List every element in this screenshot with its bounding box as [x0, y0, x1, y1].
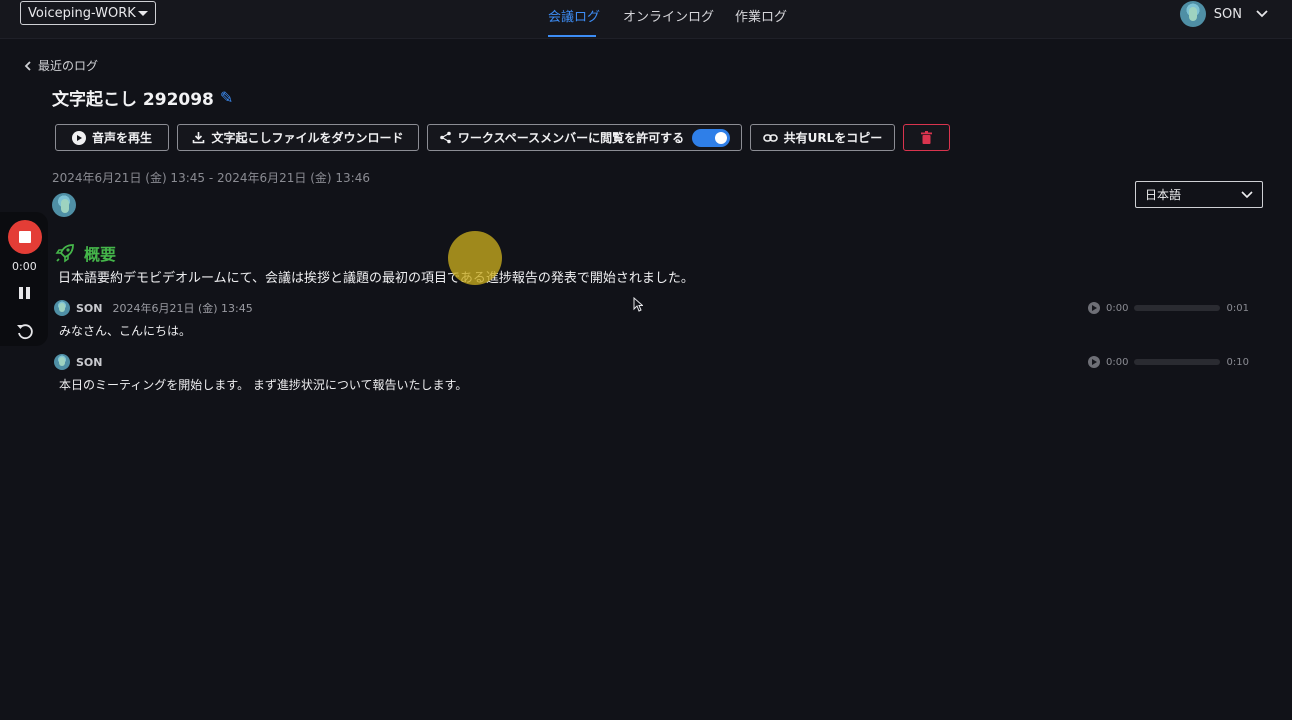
restart-icon[interactable]	[16, 322, 34, 340]
share-toggle[interactable]	[692, 128, 731, 147]
rocket-icon	[55, 244, 74, 263]
tab-meeting-log[interactable]: 会議ログ	[548, 6, 600, 25]
share-members-label: ワークスペースメンバーに閲覧を許可する	[457, 131, 685, 145]
trash-icon	[921, 131, 932, 144]
speaker-name: SON	[76, 355, 103, 369]
play-audio-label: 音声を再生	[91, 131, 152, 145]
pause-icon[interactable]	[19, 287, 30, 299]
avatar	[54, 354, 70, 370]
play-icon[interactable]	[1088, 356, 1100, 368]
recording-time: 0:00	[12, 260, 37, 273]
share-with-members-button[interactable]: ワークスペースメンバーに閲覧を許可する	[427, 124, 742, 151]
caret-down-icon	[138, 11, 148, 16]
utterance-meta: SON 2024年6月21日 (金) 13:45	[54, 300, 253, 316]
utterance-meta: SON	[54, 354, 102, 370]
chevron-left-icon	[24, 60, 31, 71]
utterance-text: 本日のミーティングを開始します。 まず進捗状況について報告いたします。	[59, 378, 468, 392]
play-circle-icon	[71, 130, 86, 145]
tab-online-log[interactable]: オンラインログ	[623, 6, 714, 25]
mouse-pointer-icon	[633, 297, 643, 312]
workspace-select[interactable]: Voiceping-WORK	[20, 1, 156, 25]
chevron-down-icon	[1256, 10, 1268, 18]
share-icon	[440, 131, 451, 144]
download-label: 文字起こしファイルをダウンロード	[211, 131, 404, 145]
audio-player: 0:00 0:10	[1088, 356, 1249, 368]
user-name: SON	[1213, 6, 1242, 22]
player-start-time: 0:00	[1106, 302, 1129, 314]
delete-button[interactable]	[903, 124, 950, 151]
avatar	[1179, 1, 1206, 27]
copy-url-label: 共有URLをコピー	[783, 131, 883, 145]
workspace-name: Voiceping-WORK	[28, 5, 136, 21]
participant-avatar	[52, 193, 76, 217]
page-title: 文字起こし 292098 ✎	[52, 85, 233, 110]
avatar	[52, 193, 76, 217]
audio-progress-track[interactable]	[1134, 359, 1221, 365]
title-text: 文字起こし 292098	[52, 90, 214, 110]
summary-title: 概要	[84, 245, 117, 264]
download-transcript-button[interactable]: 文字起こしファイルをダウンロード	[177, 124, 419, 151]
edit-icon[interactable]: ✎	[220, 88, 233, 107]
language-select[interactable]: 日本語	[1135, 181, 1263, 208]
summary-heading: 概要	[55, 241, 116, 265]
date-range: 2024年6月21日 (金) 13:45 - 2024年6月21日 (金) 13…	[52, 171, 370, 185]
language-value: 日本語	[1145, 188, 1182, 202]
avatar	[54, 300, 70, 316]
utterance-timestamp: 2024年6月21日 (金) 13:45	[112, 302, 253, 315]
play-audio-button[interactable]: 音声を再生	[55, 124, 169, 151]
download-icon	[193, 132, 205, 144]
copy-share-url-button[interactable]: 共有URLをコピー	[750, 124, 895, 151]
player-end-time: 0:10	[1226, 356, 1249, 368]
active-tab-indicator	[548, 35, 596, 37]
stop-recording-button[interactable]	[8, 220, 42, 254]
speaker-name: SON	[76, 301, 103, 315]
utterance-text: みなさん、こんにちは。	[59, 324, 192, 338]
player-end-time: 0:01	[1226, 302, 1249, 314]
link-icon	[762, 133, 778, 142]
user-menu[interactable]: SON	[1179, 1, 1268, 27]
back-label: 最近のログ	[38, 59, 99, 73]
player-start-time: 0:00	[1106, 356, 1129, 368]
play-icon[interactable]	[1088, 302, 1100, 314]
chevron-down-icon	[1241, 191, 1253, 199]
tab-work-log[interactable]: 作業ログ	[735, 6, 787, 25]
summary-text: 日本語要約デモビデオルームにて、会議は挨拶と議題の最初の項目である進捗報告の発表…	[58, 271, 694, 286]
audio-player: 0:00 0:01	[1088, 302, 1249, 314]
audio-progress-track[interactable]	[1134, 305, 1221, 311]
back-link[interactable]: 最近のログ	[24, 57, 98, 74]
